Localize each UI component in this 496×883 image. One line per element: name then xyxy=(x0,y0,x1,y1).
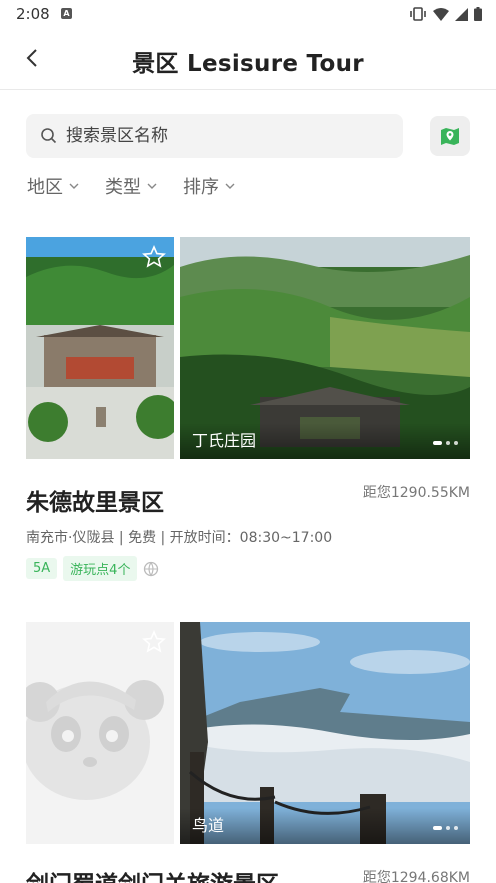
tag-list: 5A 游玩点4个 xyxy=(26,556,159,581)
scenic-name[interactable]: 剑门蜀道剑门关旅游景区 xyxy=(26,865,279,883)
image-caption: 鸟道 xyxy=(192,816,225,835)
panda-placeholder-icon xyxy=(26,680,164,800)
star-icon[interactable] xyxy=(142,630,166,654)
chevron-down-icon xyxy=(225,183,235,189)
wifi-icon xyxy=(433,7,449,21)
page-title: 景区 Lesisure Tour xyxy=(132,51,364,77)
carousel-indicator xyxy=(433,441,458,445)
filter-sort[interactable]: 排序 xyxy=(183,173,235,199)
image-caption: 丁氏庄园 xyxy=(192,431,257,450)
star-icon[interactable] xyxy=(142,245,166,269)
signal-icon xyxy=(455,7,468,21)
battery-icon xyxy=(474,7,482,21)
scenic-distance: 距您1290.55KM xyxy=(362,485,470,501)
image-caption-bar: 丁氏庄园 xyxy=(180,423,470,459)
scenic-photo-placeholder[interactable] xyxy=(26,622,174,844)
search-input[interactable]: 搜索景区名称 xyxy=(66,114,168,158)
scenic-card[interactable]: 丁氏庄园 朱德故里景区 距您1290.55KM 南充市·仪陇县 | 免费 | 开… xyxy=(26,237,470,582)
notification-icon: A xyxy=(61,8,72,19)
carousel-indicator xyxy=(433,826,458,830)
app-header: 景区 Lesisure Tour xyxy=(0,28,496,90)
scenic-photo-main[interactable] xyxy=(26,237,174,459)
carousel-dot xyxy=(446,441,450,445)
vibrate-icon xyxy=(410,7,426,21)
carousel-dot xyxy=(446,826,450,830)
map-view-button[interactable] xyxy=(430,116,470,156)
search-icon xyxy=(41,128,57,144)
status-icons xyxy=(409,6,482,22)
carousel-dot xyxy=(433,441,442,445)
map-pin-icon xyxy=(441,128,459,145)
globe-icon xyxy=(144,561,159,577)
search-box[interactable]: 搜索景区名称 xyxy=(26,114,403,158)
carousel-dot xyxy=(454,441,458,445)
filter-bar: 地区 类型 排序 xyxy=(27,173,235,199)
scenic-card[interactable]: 鸟道 剑门蜀道剑门关旅游景区 距您1294.68KM xyxy=(26,622,470,883)
tag-rating: 5A xyxy=(26,558,58,579)
filter-label: 地区 xyxy=(27,177,63,198)
carousel-dot xyxy=(454,826,458,830)
filter-type[interactable]: 类型 xyxy=(105,173,157,199)
building-photo xyxy=(26,237,174,459)
carousel-dot xyxy=(433,826,442,830)
filter-region[interactable]: 地区 xyxy=(27,173,79,199)
scenic-meta: 南充市·仪陇县 | 免费 | 开放时间：08:30~17:00 xyxy=(26,530,333,546)
filter-label: 类型 xyxy=(105,177,141,198)
scenic-distance: 距您1294.68KM xyxy=(362,870,470,883)
image-caption-bar: 鸟道 xyxy=(180,808,470,844)
scenic-photo-secondary[interactable]: 鸟道 xyxy=(180,622,470,844)
scenic-name[interactable]: 朱德故里景区 xyxy=(26,483,164,517)
tag-spots: 游玩点4个 xyxy=(63,556,138,581)
chevron-down-icon xyxy=(69,183,79,189)
status-bar: 2:08 A xyxy=(0,0,496,28)
scenic-photo-secondary[interactable]: 丁氏庄园 xyxy=(180,237,470,459)
filter-label: 排序 xyxy=(183,177,219,198)
status-time: 2:08 xyxy=(16,5,50,23)
chevron-down-icon xyxy=(147,183,157,189)
